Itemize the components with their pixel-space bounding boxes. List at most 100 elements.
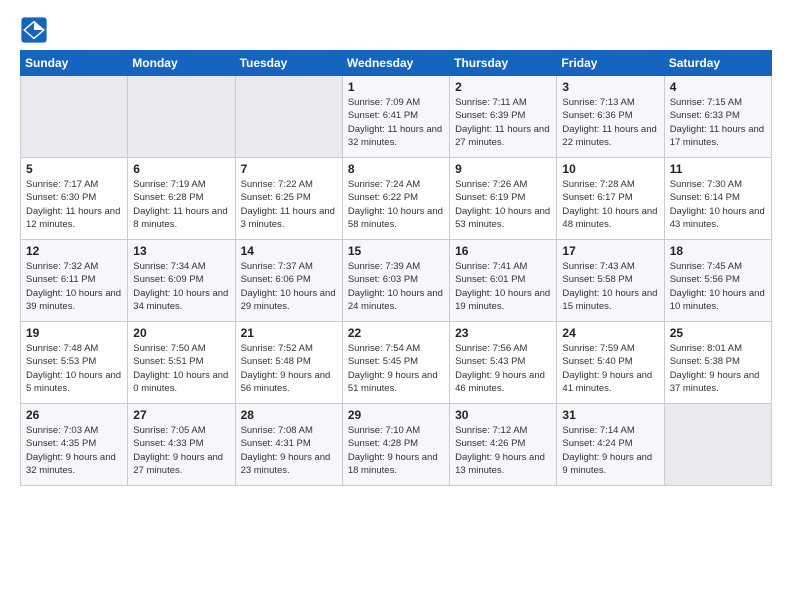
day-number: 14 (241, 244, 337, 258)
cell-sun-info: Sunrise: 7:03 AMSunset: 4:35 PMDaylight:… (26, 424, 122, 477)
calendar-cell: 18 Sunrise: 7:45 AMSunset: 5:56 PMDayligh… (664, 240, 771, 322)
day-number: 27 (133, 408, 229, 422)
day-number: 7 (241, 162, 337, 176)
day-number: 8 (348, 162, 444, 176)
logo-icon (20, 16, 48, 44)
calendar-table: SundayMondayTuesdayWednesdayThursdayFrid… (20, 50, 772, 486)
calendar-cell (664, 404, 771, 486)
calendar-cell: 23 Sunrise: 7:56 AMSunset: 5:43 PMDayligh… (450, 322, 557, 404)
cell-sun-info: Sunrise: 7:34 AMSunset: 6:09 PMDaylight:… (133, 260, 229, 313)
cell-sun-info: Sunrise: 7:19 AMSunset: 6:28 PMDaylight:… (133, 178, 229, 231)
day-number: 24 (562, 326, 658, 340)
calendar-cell: 30 Sunrise: 7:12 AMSunset: 4:26 PMDayligh… (450, 404, 557, 486)
cell-sun-info: Sunrise: 7:48 AMSunset: 5:53 PMDaylight:… (26, 342, 122, 395)
calendar-week-row: 12 Sunrise: 7:32 AMSunset: 6:11 PMDayligh… (21, 240, 772, 322)
calendar-cell (128, 76, 235, 158)
weekday-header: Thursday (450, 51, 557, 76)
calendar-cell: 22 Sunrise: 7:54 AMSunset: 5:45 PMDayligh… (342, 322, 449, 404)
calendar-cell: 21Sunrise: 7:52 AMSunset: 5:48 PMDayligh… (235, 322, 342, 404)
calendar-cell: 14Sunrise: 7:37 AMSunset: 6:06 PMDayligh… (235, 240, 342, 322)
calendar-cell: 16 Sunrise: 7:41 AMSunset: 6:01 PMDayligh… (450, 240, 557, 322)
cell-sun-info: Sunrise: 7:41 AMSunset: 6:01 PMDaylight:… (455, 260, 551, 313)
day-number: 10 (562, 162, 658, 176)
calendar-cell (235, 76, 342, 158)
cell-sun-info: Sunrise: 7:09 AMSunset: 6:41 PMDaylight:… (348, 96, 444, 149)
calendar-cell: 11Sunrise: 7:30 AMSunset: 6:14 PMDayligh… (664, 158, 771, 240)
cell-sun-info: Sunrise: 7:11 AMSunset: 6:39 PMDaylight:… (455, 96, 551, 149)
cell-sun-info: Sunrise: 7:22 AMSunset: 6:25 PMDaylight:… (241, 178, 337, 231)
cell-sun-info: Sunrise: 7:32 AMSunset: 6:11 PMDaylight:… (26, 260, 122, 313)
calendar-week-row: 1 Sunrise: 7:09 AMSunset: 6:41 PMDaylight… (21, 76, 772, 158)
day-number: 28 (241, 408, 337, 422)
day-number: 16 (455, 244, 551, 258)
calendar-cell (21, 76, 128, 158)
cell-sun-info: Sunrise: 7:10 AMSunset: 4:28 PMDaylight:… (348, 424, 444, 477)
day-number: 13 (133, 244, 229, 258)
day-number: 3 (562, 80, 658, 94)
calendar-cell: 5Sunrise: 7:17 AMSunset: 6:30 PMDaylight… (21, 158, 128, 240)
day-number: 25 (670, 326, 766, 340)
day-number: 15 (348, 244, 444, 258)
cell-sun-info: Sunrise: 8:01 AMSunset: 5:38 PMDaylight:… (670, 342, 766, 395)
calendar-cell: 29Sunrise: 7:10 AMSunset: 4:28 PMDayligh… (342, 404, 449, 486)
calendar-cell: 7 Sunrise: 7:22 AMSunset: 6:25 PMDaylight… (235, 158, 342, 240)
weekday-header-row: SundayMondayTuesdayWednesdayThursdayFrid… (21, 51, 772, 76)
calendar-cell: 26 Sunrise: 7:03 AMSunset: 4:35 PMDayligh… (21, 404, 128, 486)
calendar-week-row: 19 Sunrise: 7:48 AMSunset: 5:53 PMDayligh… (21, 322, 772, 404)
calendar-cell: 6 Sunrise: 7:19 AMSunset: 6:28 PMDaylight… (128, 158, 235, 240)
day-number: 1 (348, 80, 444, 94)
calendar-cell: 25 Sunrise: 8:01 AMSunset: 5:38 PMDayligh… (664, 322, 771, 404)
weekday-header: Sunday (21, 51, 128, 76)
cell-sun-info: Sunrise: 7:15 AMSunset: 6:33 PMDaylight:… (670, 96, 766, 149)
weekday-header: Tuesday (235, 51, 342, 76)
calendar-cell: 8 Sunrise: 7:24 AMSunset: 6:22 PMDaylight… (342, 158, 449, 240)
calendar-cell: 4 Sunrise: 7:15 AMSunset: 6:33 PMDaylight… (664, 76, 771, 158)
cell-sun-info: Sunrise: 7:54 AMSunset: 5:45 PMDaylight:… (348, 342, 444, 395)
cell-sun-info: Sunrise: 7:43 AMSunset: 5:58 PMDaylight:… (562, 260, 658, 313)
cell-sun-info: Sunrise: 7:14 AMSunset: 4:24 PMDaylight:… (562, 424, 658, 477)
cell-sun-info: Sunrise: 7:45 AMSunset: 5:56 PMDaylight:… (670, 260, 766, 313)
day-number: 19 (26, 326, 122, 340)
cell-sun-info: Sunrise: 7:17 AMSunset: 6:30 PMDaylight:… (26, 178, 122, 231)
weekday-header: Monday (128, 51, 235, 76)
calendar-cell: 31 Sunrise: 7:14 AMSunset: 4:24 PMDayligh… (557, 404, 664, 486)
calendar-cell: 28Sunrise: 7:08 AMSunset: 4:31 PMDayligh… (235, 404, 342, 486)
day-number: 12 (26, 244, 122, 258)
day-number: 18 (670, 244, 766, 258)
cell-sun-info: Sunrise: 7:56 AMSunset: 5:43 PMDaylight:… (455, 342, 551, 395)
day-number: 22 (348, 326, 444, 340)
calendar-cell: 19 Sunrise: 7:48 AMSunset: 5:53 PMDayligh… (21, 322, 128, 404)
calendar-week-row: 5Sunrise: 7:17 AMSunset: 6:30 PMDaylight… (21, 158, 772, 240)
calendar-cell: 27 Sunrise: 7:05 AMSunset: 4:33 PMDayligh… (128, 404, 235, 486)
day-number: 31 (562, 408, 658, 422)
cell-sun-info: Sunrise: 7:13 AMSunset: 6:36 PMDaylight:… (562, 96, 658, 149)
calendar-cell: 24Sunrise: 7:59 AMSunset: 5:40 PMDayligh… (557, 322, 664, 404)
calendar-cell: 9Sunrise: 7:26 AMSunset: 6:19 PMDaylight… (450, 158, 557, 240)
weekday-header: Friday (557, 51, 664, 76)
day-number: 4 (670, 80, 766, 94)
cell-sun-info: Sunrise: 7:39 AMSunset: 6:03 PMDaylight:… (348, 260, 444, 313)
cell-sun-info: Sunrise: 7:26 AMSunset: 6:19 PMDaylight:… (455, 178, 551, 231)
logo (20, 16, 50, 44)
day-number: 6 (133, 162, 229, 176)
calendar-cell: 15 Sunrise: 7:39 AMSunset: 6:03 PMDayligh… (342, 240, 449, 322)
calendar-cell: 10 Sunrise: 7:28 AMSunset: 6:17 PMDayligh… (557, 158, 664, 240)
calendar-cell: 17Sunrise: 7:43 AMSunset: 5:58 PMDayligh… (557, 240, 664, 322)
day-number: 26 (26, 408, 122, 422)
page-container: SundayMondayTuesdayWednesdayThursdayFrid… (0, 0, 792, 496)
cell-sun-info: Sunrise: 7:28 AMSunset: 6:17 PMDaylight:… (562, 178, 658, 231)
day-number: 30 (455, 408, 551, 422)
cell-sun-info: Sunrise: 7:52 AMSunset: 5:48 PMDaylight:… (241, 342, 337, 395)
weekday-header: Saturday (664, 51, 771, 76)
day-number: 23 (455, 326, 551, 340)
cell-sun-info: Sunrise: 7:12 AMSunset: 4:26 PMDaylight:… (455, 424, 551, 477)
calendar-cell: 13 Sunrise: 7:34 AMSunset: 6:09 PMDayligh… (128, 240, 235, 322)
calendar-cell: 2Sunrise: 7:11 AMSunset: 6:39 PMDaylight… (450, 76, 557, 158)
cell-sun-info: Sunrise: 7:30 AMSunset: 6:14 PMDaylight:… (670, 178, 766, 231)
calendar-cell: 3 Sunrise: 7:13 AMSunset: 6:36 PMDaylight… (557, 76, 664, 158)
cell-sun-info: Sunrise: 7:24 AMSunset: 6:22 PMDaylight:… (348, 178, 444, 231)
day-number: 20 (133, 326, 229, 340)
cell-sun-info: Sunrise: 7:05 AMSunset: 4:33 PMDaylight:… (133, 424, 229, 477)
calendar-cell: 20Sunrise: 7:50 AMSunset: 5:51 PMDayligh… (128, 322, 235, 404)
header (20, 16, 772, 44)
